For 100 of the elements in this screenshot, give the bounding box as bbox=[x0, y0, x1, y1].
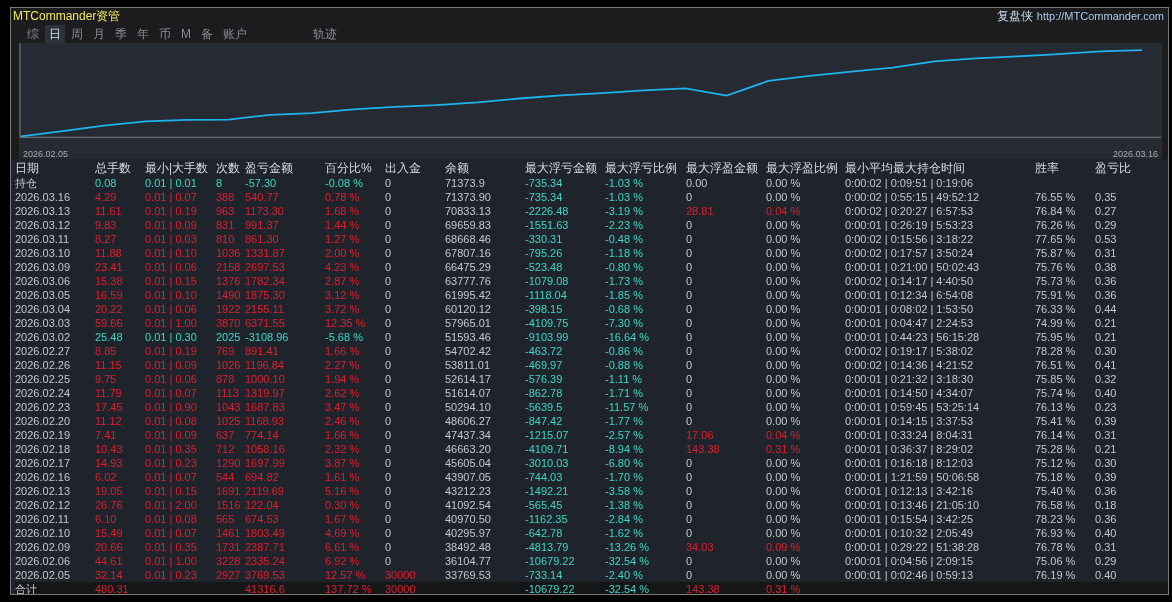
table-cell-text: 0.32 bbox=[1095, 372, 1118, 386]
table-cell-text: 1058.16 bbox=[245, 442, 286, 456]
tab[interactable]: 月 bbox=[89, 24, 109, 44]
table-cell-text: 0.01 | 0.09 bbox=[145, 218, 198, 232]
table-cell-text: 4.23 % bbox=[325, 260, 361, 274]
table-cell-text: 57965.01 bbox=[445, 316, 492, 330]
tab[interactable]: 日 bbox=[45, 24, 65, 44]
table-cell-text: 1043 bbox=[216, 400, 242, 414]
table-cell-text: 769 bbox=[216, 344, 236, 358]
table-cell-text: 143.38 bbox=[686, 442, 721, 456]
tab[interactable]: 轨迹 bbox=[309, 24, 341, 44]
column-header: 百分比% bbox=[325, 161, 373, 176]
table-cell-text: 2026.02.12 bbox=[15, 498, 72, 512]
table-cell-text: 1000.10 bbox=[245, 372, 286, 386]
table-cell-text: 1.66 % bbox=[325, 428, 361, 442]
table-cell-text: 0.01 | 0.03 bbox=[145, 232, 198, 246]
table-cell-text: 76.13 % bbox=[1035, 400, 1077, 414]
table-cell-text: 0 bbox=[385, 358, 393, 372]
table-cell-text: 8.85 bbox=[95, 344, 118, 358]
table-cell-text: 0.01 | 0.35 bbox=[145, 540, 198, 554]
table-cell-text: 23.41 bbox=[95, 260, 124, 274]
table-cell-text: 1687.83 bbox=[245, 400, 286, 414]
table-cell-text: 69659.83 bbox=[445, 218, 492, 232]
table-cell-text: 0:00:01 | 0:14:50 | 4:34:07 bbox=[845, 386, 975, 400]
table-cell-text: 480.31 bbox=[95, 582, 130, 594]
tab[interactable]: 币 bbox=[155, 24, 175, 44]
table-cell-text: 0.41 bbox=[1095, 358, 1118, 372]
table-cell-text: -1118.04 bbox=[525, 288, 568, 302]
table-cell-text: -0.48 % bbox=[605, 232, 644, 246]
table-cell-text: 0:00:02 | 0:20:27 | 6:57:53 bbox=[845, 204, 975, 218]
table-cell-text: 2026.02.18 bbox=[15, 442, 72, 456]
table-cell-text: 0:00:01 | 0:15:54 | 3:42:25 bbox=[845, 512, 975, 526]
table-cell-text: 831 bbox=[216, 218, 236, 232]
table-cell-text: 0.78 % bbox=[325, 190, 361, 204]
table-cell-text: -795.26 bbox=[525, 246, 564, 260]
table-cell-text: -2.84 % bbox=[605, 512, 644, 526]
table-cell-text: 694.82 bbox=[245, 470, 280, 484]
table-cell-text: -744.03 bbox=[525, 470, 564, 484]
table-cell-text: -0.80 % bbox=[605, 260, 644, 274]
table-cell-text: 60120.12 bbox=[445, 302, 492, 316]
table-cell-text: -733.14 bbox=[525, 568, 564, 582]
table-cell-text: 0 bbox=[385, 512, 393, 526]
table-cell-text: -3108.96 bbox=[245, 330, 290, 344]
table-cell-text: 1319.97 bbox=[245, 386, 286, 400]
table-cell-text: 4.29 bbox=[95, 190, 118, 204]
table-cell-text: 20.22 bbox=[95, 302, 124, 316]
table-cell-text: 2026.03.16 bbox=[15, 190, 72, 204]
table-cell-text: 34.03 bbox=[686, 540, 715, 554]
table-cell-text: 59.66 bbox=[95, 316, 124, 330]
table-cell-text: 2026.03.06 bbox=[15, 274, 72, 288]
tab[interactable]: M bbox=[177, 26, 195, 42]
chart-date-label: 2026.02.05 bbox=[23, 149, 69, 159]
table-cell-text: 1.27 % bbox=[325, 232, 361, 246]
table-cell-text: 0.44 bbox=[1095, 302, 1118, 316]
table-cell-text: 75.06 % bbox=[1035, 554, 1077, 568]
table-cell-text: 0.01 | 0.07 bbox=[145, 190, 198, 204]
table-cell-text: 0.00 % bbox=[766, 498, 802, 512]
table-cell-text: 2927 bbox=[216, 568, 242, 582]
table-cell-text: 0 bbox=[686, 526, 694, 540]
table-cell-text: 0.31 % bbox=[766, 582, 802, 594]
table-cell-text: 3.12 % bbox=[325, 288, 361, 302]
table-cell-text: -565.45 bbox=[525, 498, 564, 512]
table-cell-text: 0 bbox=[385, 484, 393, 498]
table-cell-text: 0.00 % bbox=[766, 358, 802, 372]
table-cell-text: 2026.02.16 bbox=[15, 470, 72, 484]
tab[interactable]: 综 bbox=[23, 24, 43, 44]
table-cell-text: 5.16 % bbox=[325, 484, 361, 498]
table-cell-text: -1.03 % bbox=[605, 190, 644, 204]
table-cell-text: 26.76 bbox=[95, 498, 124, 512]
table-cell-text: 0.21 bbox=[1095, 330, 1118, 344]
table-cell-text: 0.36 bbox=[1095, 274, 1118, 288]
table-cell-text: 878 bbox=[216, 372, 236, 386]
tab[interactable]: 周 bbox=[67, 24, 87, 44]
table-cell-text: 20.66 bbox=[95, 540, 124, 554]
tab[interactable]: 备 bbox=[197, 24, 217, 44]
table-cell-text: 963 bbox=[216, 204, 236, 218]
table-cell-text: 0 bbox=[686, 260, 694, 274]
table-cell-text: 0.04 % bbox=[766, 428, 802, 442]
table-cell-text: 0.01 | 0.35 bbox=[145, 442, 198, 456]
table-cell-text: -1.71 % bbox=[605, 386, 644, 400]
table-cell-text: 0:00:01 | 0:13:46 | 21:05:10 bbox=[845, 498, 981, 512]
tab[interactable]: 账户 bbox=[219, 24, 251, 44]
table-cell-text: -6.80 % bbox=[605, 456, 644, 470]
website-link[interactable]: http://MTCommander.com bbox=[1036, 10, 1164, 22]
table-cell-text: -1551.63 bbox=[525, 218, 570, 232]
table-cell-text: 75.74 % bbox=[1035, 386, 1077, 400]
table-cell-text: 0.01 | 0.06 bbox=[145, 302, 198, 316]
table-cell-text: 0.29 bbox=[1095, 554, 1118, 568]
table-cell-text: 0.36 bbox=[1095, 288, 1118, 302]
tab[interactable]: 年 bbox=[133, 24, 153, 44]
tab[interactable]: 季 bbox=[111, 24, 131, 44]
table-cell-text: 0.01 | 0.30 bbox=[145, 330, 198, 344]
table-cell-text: 0 bbox=[686, 218, 694, 232]
table-cell-text: 0.23 bbox=[1095, 400, 1118, 414]
table-cell-text: 15.38 bbox=[95, 274, 124, 288]
table-cell-text: -10679.22 bbox=[525, 582, 576, 594]
table-cell-text: 0.00 % bbox=[766, 512, 802, 526]
table-cell-text: -1.11 % bbox=[605, 372, 644, 386]
table-cell-text: -5.68 % bbox=[325, 330, 364, 344]
table-cell-text: 50294.10 bbox=[445, 400, 492, 414]
